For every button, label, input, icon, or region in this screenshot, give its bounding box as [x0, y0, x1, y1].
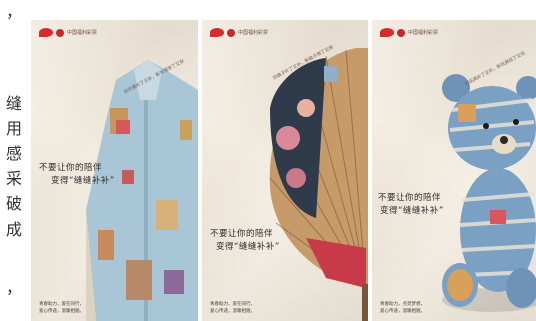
article-char: 破	[5, 194, 22, 213]
poster-fan[interactable]: 中国福利彩票 旧扇子补了又补，新扇子用了又用 不要让你的陪伴 变得“缝缝补补” …	[202, 20, 368, 321]
lottery-dot-icon	[227, 28, 235, 37]
welfare-lottery-icon	[210, 28, 224, 37]
brand-logo: 中国福利彩票	[380, 28, 438, 37]
article-text-fragment: ， 缝 用 感 采 破 成 ，	[0, 0, 22, 321]
poster-bear[interactable]: 中国福利彩票 旧玩具补了又补，新玩具玩了又玩 不要让你的陪伴 变得“缝缝补补”	[372, 20, 536, 321]
lottery-dot-icon	[397, 28, 405, 37]
footer-text: 青春助力，爱在同行， 爱心传递，温暖相随。	[210, 302, 255, 314]
logo-text: 中国福利彩票	[67, 30, 98, 36]
article-char: 用	[5, 119, 22, 138]
logo-text: 中国福利彩票	[408, 30, 439, 36]
patched-fan-illustration	[269, 48, 368, 321]
slogan-line-2: 变得“缝缝补补”	[51, 176, 115, 186]
slogan-line-2: 变得“缝缝补补”	[216, 242, 280, 252]
patched-teddy-bear-illustration	[442, 74, 536, 312]
slogan: 不要让你的陪伴 变得“缝缝补补”	[378, 192, 444, 218]
footer-text: 青春助力，爱在同行， 爱心传递，温暖相随。	[39, 302, 84, 314]
footer-text: 青春助力，点亮梦想， 爱心传递，温暖相随。	[380, 302, 425, 314]
article-char: 感	[5, 144, 22, 163]
article-char: ，	[5, 278, 22, 297]
article-char: 成	[5, 220, 22, 239]
welfare-lottery-icon	[380, 28, 394, 37]
welfare-lottery-icon	[39, 28, 53, 37]
logo-text: 中国福利彩票	[238, 30, 269, 36]
lottery-dot-icon	[56, 28, 64, 37]
brand-logo: 中国福利彩票	[210, 28, 268, 37]
slogan-line-1: 不要让你的陪伴	[210, 229, 274, 239]
slogan: 不要让你的陪伴 变得“缝缝补补”	[39, 162, 115, 188]
article-char: 采	[5, 169, 22, 188]
article-char: 缝	[5, 94, 22, 113]
slogan: 不要让你的陪伴 变得“缝缝补补”	[210, 228, 280, 254]
article-char: ，	[5, 2, 22, 21]
patched-jacket-illustration	[86, 60, 198, 321]
slogan-line-1: 不要让你的陪伴	[39, 163, 103, 173]
slogan-line-1: 不要让你的陪伴	[378, 193, 442, 203]
slogan-line-2: 变得“缝缝补补”	[380, 206, 444, 216]
poster-jacket[interactable]: 中国福利彩票 旧衣服补了又补，新衣服穿了又穿 不要让你的陪伴 变得“缝缝补补” …	[31, 20, 198, 321]
brand-logo: 中国福利彩票	[39, 28, 97, 37]
